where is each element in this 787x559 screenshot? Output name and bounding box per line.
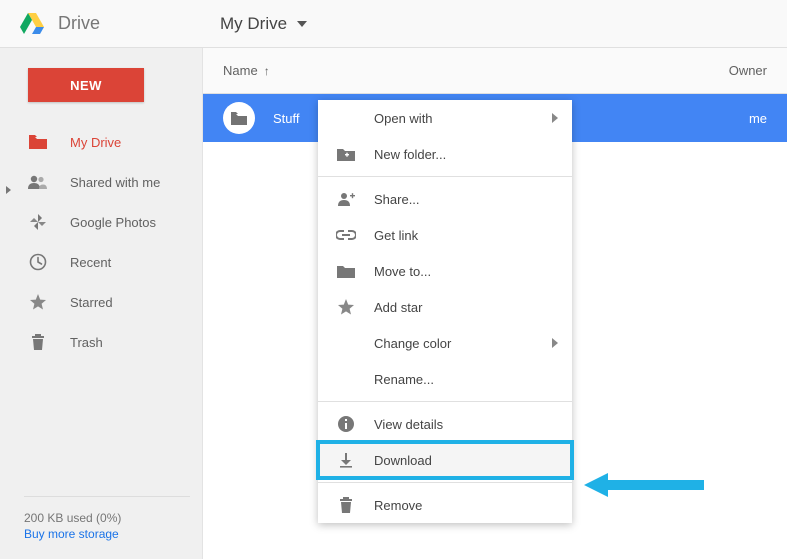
star-icon bbox=[28, 292, 48, 312]
context-menu: Open with New folder... Share... Get lin… bbox=[318, 100, 572, 523]
new-button[interactable]: NEW bbox=[28, 68, 144, 102]
trash-icon bbox=[28, 332, 48, 352]
blank-icon bbox=[336, 369, 356, 389]
sidebar-item-label: Google Photos bbox=[70, 215, 156, 230]
menu-share[interactable]: Share... bbox=[318, 181, 572, 217]
app-header: Drive My Drive bbox=[0, 0, 787, 48]
location-label: My Drive bbox=[220, 14, 287, 34]
drive-logo-icon bbox=[20, 13, 44, 35]
file-name: Stuff bbox=[273, 111, 300, 126]
chevron-down-icon bbox=[297, 21, 307, 27]
sidebar-item-label: My Drive bbox=[70, 135, 121, 150]
sidebar-item-trash[interactable]: Trash bbox=[0, 322, 202, 362]
menu-view-details[interactable]: View details bbox=[318, 406, 572, 442]
sidebar-item-label: Starred bbox=[70, 295, 113, 310]
menu-separator bbox=[318, 482, 572, 483]
new-folder-icon bbox=[336, 144, 356, 164]
file-owner: me bbox=[749, 111, 767, 126]
menu-change-color[interactable]: Change color bbox=[318, 325, 572, 361]
annotation-arrow-icon bbox=[584, 473, 704, 497]
menu-remove[interactable]: Remove bbox=[318, 487, 572, 523]
sidebar-item-starred[interactable]: Starred bbox=[0, 282, 202, 322]
folder-icon bbox=[28, 132, 48, 152]
expand-triangle-icon[interactable] bbox=[6, 186, 11, 194]
storage-info: 200 KB used (0%) Buy more storage bbox=[0, 496, 202, 559]
sidebar-item-my-drive[interactable]: My Drive bbox=[0, 122, 202, 162]
blank-icon bbox=[336, 333, 356, 353]
blank-icon bbox=[336, 108, 356, 128]
column-header-owner[interactable]: Owner bbox=[729, 63, 767, 78]
menu-add-star[interactable]: Add star bbox=[318, 289, 572, 325]
chevron-right-icon bbox=[552, 338, 558, 348]
people-icon bbox=[28, 172, 48, 192]
folder-icon bbox=[223, 102, 255, 134]
link-icon bbox=[336, 225, 356, 245]
sort-asc-icon: ↑ bbox=[264, 64, 270, 78]
star-icon bbox=[336, 297, 356, 317]
sidebar-item-recent[interactable]: Recent bbox=[0, 242, 202, 282]
menu-separator bbox=[318, 401, 572, 402]
menu-open-with[interactable]: Open with bbox=[318, 100, 572, 136]
sidebar-item-label: Shared with me bbox=[70, 175, 160, 190]
column-header-name[interactable]: Name ↑ bbox=[223, 63, 270, 78]
sidebar-item-label: Trash bbox=[70, 335, 103, 350]
folder-icon bbox=[336, 261, 356, 281]
sidebar-item-label: Recent bbox=[70, 255, 111, 270]
trash-icon bbox=[336, 495, 356, 515]
menu-separator bbox=[318, 176, 572, 177]
app-title: Drive bbox=[58, 13, 100, 34]
clock-icon bbox=[28, 252, 48, 272]
menu-rename[interactable]: Rename... bbox=[318, 361, 572, 397]
photos-icon bbox=[28, 212, 48, 232]
sidebar: NEW My Drive Shared with me Go bbox=[0, 48, 203, 559]
person-add-icon bbox=[336, 189, 356, 209]
buy-storage-link[interactable]: Buy more storage bbox=[24, 527, 202, 541]
chevron-right-icon bbox=[552, 113, 558, 123]
info-icon bbox=[336, 414, 356, 434]
menu-move-to[interactable]: Move to... bbox=[318, 253, 572, 289]
menu-get-link[interactable]: Get link bbox=[318, 217, 572, 253]
storage-used-text: 200 KB used (0%) bbox=[24, 511, 202, 525]
menu-new-folder[interactable]: New folder... bbox=[318, 136, 572, 172]
location-dropdown[interactable]: My Drive bbox=[220, 14, 307, 34]
menu-download[interactable]: Download bbox=[318, 442, 572, 478]
sidebar-item-photos[interactable]: Google Photos bbox=[0, 202, 202, 242]
sidebar-item-shared[interactable]: Shared with me bbox=[0, 162, 202, 202]
column-header-row: Name ↑ Owner bbox=[203, 48, 787, 94]
download-icon bbox=[336, 450, 356, 470]
